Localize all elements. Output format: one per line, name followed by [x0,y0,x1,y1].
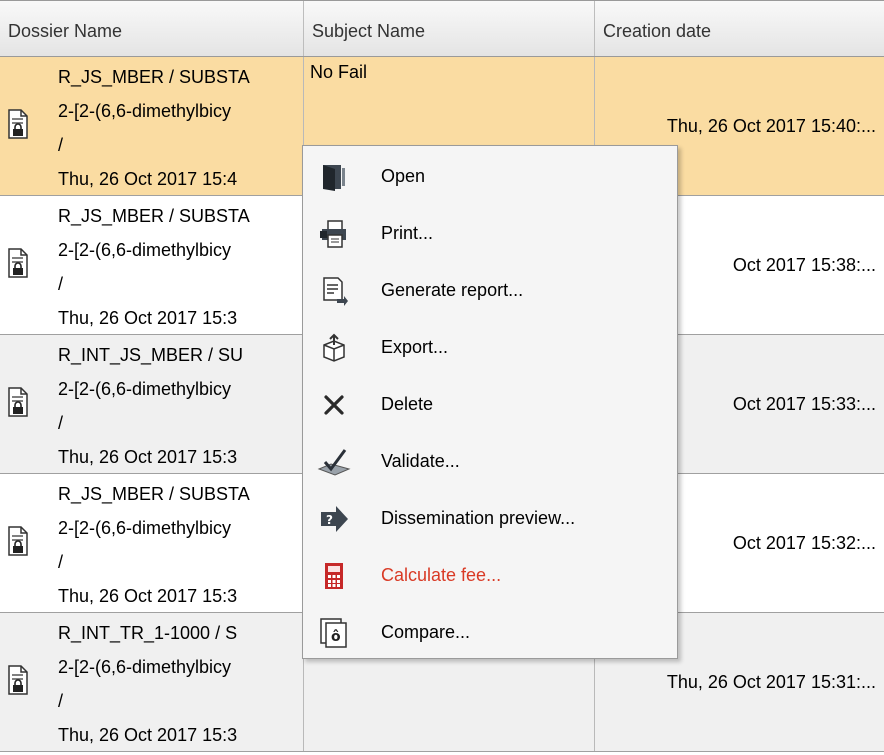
menu-item-generate-report[interactable]: Generate report... [303,262,677,319]
dossier-name-cell: R_JS_MBER / SUBSTA 2-[2-(6,6-dimethylbic… [0,196,304,334]
locked-dossier-icon [0,474,58,612]
menu-item-label: Calculate fee... [381,565,502,585]
menu-item-label: Generate report... [381,280,524,300]
menu-item-label: Compare... [381,622,471,642]
dossier-date-text: Thu, 26 Oct 2017 15:3 [58,586,238,606]
column-header-dossier-name[interactable]: Dossier Name [0,1,304,56]
creation-date-text: Thu, 26 Oct 2017 15:40:... [666,115,876,136]
dossier-name-text: R_JS_MBER / SUBSTA [58,484,250,504]
dossier-name-text: R_INT_TR_1-1000 / S [58,623,238,643]
locked-dossier-icon [0,196,58,334]
menu-item-export[interactable]: Export... [303,319,677,376]
dossier-name-text: R_INT_JS_MBER / SU [58,345,244,365]
locked-dossier-icon [0,57,58,195]
context-menu: Open Print... Generate report... Export.… [302,145,678,659]
validate-icon [303,433,365,490]
menu-item-label: Delete [381,394,434,414]
menu-item-label: Export... [381,337,449,357]
menu-item-label: Validate... [381,451,460,471]
menu-item-label: Dissemination preview... [381,508,576,528]
menu-item-calculate-fee[interactable]: Calculate fee... [303,547,677,604]
menu-item-validate[interactable]: Validate... [303,433,677,490]
dossier-browser: Dossier Name Subject Name Creation date … [0,0,884,755]
dossier-name-cell: R_JS_MBER / SUBSTA 2-[2-(6,6-dimethylbic… [0,57,304,195]
dossier-name-text: R_JS_MBER / SUBSTA [58,206,250,226]
dossier-separator-text: / [58,552,64,572]
dossier-separator-text: / [58,135,64,155]
creation-date-text: Thu, 26 Oct 2017 15:31:... [666,671,876,692]
compare-icon: ô [303,604,365,661]
delete-icon [303,376,365,433]
dossier-date-text: Thu, 26 Oct 2017 15:4 [58,169,238,189]
creation-date-text: Oct 2017 15:38:... [732,254,876,275]
open-icon [303,148,365,205]
menu-item-label: Open [381,166,426,186]
dossier-date-text: Thu, 26 Oct 2017 15:3 [58,447,238,467]
dossier-substance-text: 2-[2-(6,6-dimethylbicy [58,518,232,538]
menu-item-open[interactable]: Open [303,148,677,205]
dossier-substance-text: 2-[2-(6,6-dimethylbicy [58,101,232,121]
dossier-separator-text: / [58,274,64,294]
dossier-date-text: Thu, 26 Oct 2017 15:3 [58,725,238,745]
creation-date-text: Oct 2017 15:33:... [732,393,876,414]
dossier-name-cell: R_INT_TR_1-1000 / S 2-[2-(6,6-dimethylbi… [0,613,304,751]
svg-text:?: ? [326,513,333,527]
calculator-icon [303,547,365,604]
svg-text:ô: ô [331,629,341,645]
printer-icon [303,205,365,262]
dossier-name-cell: R_JS_MBER / SUBSTA 2-[2-(6,6-dimethylbic… [0,474,304,612]
menu-item-label: Print... [381,223,434,243]
table-header: Dossier Name Subject Name Creation date [0,0,884,57]
dossier-substance-text: 2-[2-(6,6-dimethylbicy [58,379,232,399]
creation-date-text: Oct 2017 15:32:... [732,532,876,553]
dissemination-icon: ? [303,490,365,547]
dossier-date-text: Thu, 26 Oct 2017 15:3 [58,308,238,328]
locked-dossier-icon [0,335,58,473]
dossier-separator-text: / [58,413,64,433]
dossier-substance-text: 2-[2-(6,6-dimethylbicy [58,657,232,677]
locked-dossier-icon [0,613,58,751]
menu-item-delete[interactable]: Delete [303,376,677,433]
menu-item-compare[interactable]: ô Compare... [303,604,677,661]
report-icon [303,262,365,319]
column-header-creation-date[interactable]: Creation date [595,1,884,56]
export-icon [303,319,365,376]
column-header-subject-name[interactable]: Subject Name [304,1,595,56]
menu-item-print[interactable]: Print... [303,205,677,262]
menu-item-dissemination-preview[interactable]: ? Dissemination preview... [303,490,677,547]
dossier-name-text: R_JS_MBER / SUBSTA [58,67,250,87]
dossier-separator-text: / [58,691,64,711]
dossier-substance-text: 2-[2-(6,6-dimethylbicy [58,240,232,260]
dossier-name-cell: R_INT_JS_MBER / SU 2-[2-(6,6-dimethylbic… [0,335,304,473]
